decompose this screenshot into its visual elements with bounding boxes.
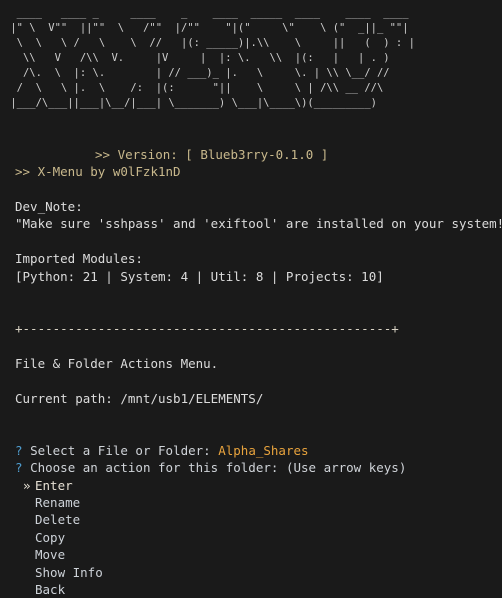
imported-modules-summary: [Python: 21 | System: 4 | Util: 8 | Proj… — [15, 268, 384, 284]
menu-item-copy[interactable]: »Copy — [0, 529, 502, 546]
selected-folder-value[interactable]: Alpha_Shares — [218, 443, 308, 458]
action-menu-list[interactable]: »Enter»Rename»Delete»Copy»Move»Show Info… — [0, 477, 502, 598]
menu-item-label: Copy — [35, 529, 66, 545]
menu-item-label: Rename — [35, 494, 81, 510]
select-prompt-space — [23, 443, 31, 458]
ascii-art-banner: ____ ____ _ ____ _ ____ _____ ____ ____ … — [10, 7, 415, 109]
dev-note-text: "Make sure 'sshpass' and 'exiftool' are … — [15, 216, 502, 232]
current-path-line: Current path: /mnt/usb1/ELEMENTS/ — [15, 390, 264, 406]
action-prompt-marker: ? — [15, 460, 23, 476]
menu-pointer-placeholder: » — [23, 511, 35, 528]
menu-selection-pointer-icon: » — [23, 477, 31, 493]
menu-item-enter[interactable]: » Enter — [0, 477, 502, 494]
select-prompt-row: ? Select a File or Folder: Alpha_Shares — [0, 442, 502, 459]
action-prompt-space2 — [278, 460, 286, 475]
menu-item-back[interactable]: »Back — [0, 581, 502, 598]
separator-rule: +---------------------------------------… — [15, 320, 399, 336]
menu-pointer-placeholder: » — [23, 494, 35, 511]
menu-item-delete[interactable]: »Delete — [0, 511, 502, 528]
menu-item-label: Move — [35, 547, 66, 563]
menu-item-show-info[interactable]: »Show Info — [0, 564, 502, 581]
terminal-window: ____ ____ _ ____ _ ____ _____ ____ ____ … — [0, 0, 502, 597]
menu-pointer-placeholder: » — [23, 581, 35, 598]
menu-item-move[interactable]: »Move — [0, 546, 502, 563]
dev-note-label: Dev_Note: — [15, 199, 83, 215]
arrow-keys-hint: (Use arrow keys) — [285, 460, 407, 476]
author-line: >> X-Menu by w0lFzk1nD — [15, 164, 181, 180]
menu-pointer-placeholder: » — [23, 546, 35, 563]
action-prompt-row: ? Choose an action for this folder: (Use… — [0, 459, 502, 476]
menu-item-label: Delete — [35, 512, 81, 528]
select-prompt-marker: ? — [15, 442, 23, 458]
menu-pointer-placeholder: » — [23, 564, 35, 581]
menu-title: File & Folder Actions Menu. — [15, 355, 219, 371]
menu-pointer-placeholder: » — [23, 529, 35, 546]
version-line: >> Version: [ Blueb3rry-0.1.0 ] — [95, 146, 329, 162]
select-prompt-label: Select a File or Folder: — [30, 442, 211, 458]
menu-item-label: Enter — [35, 477, 73, 493]
action-prompt-space — [23, 460, 31, 475]
menu-item-label: Show Info — [35, 564, 103, 580]
menu-item-label: Back — [35, 581, 66, 597]
action-prompt-label: Choose an action for this folder: — [30, 460, 279, 476]
menu-item-rename[interactable]: »Rename — [0, 494, 502, 511]
imported-modules-label: Imported Modules: — [15, 251, 143, 267]
